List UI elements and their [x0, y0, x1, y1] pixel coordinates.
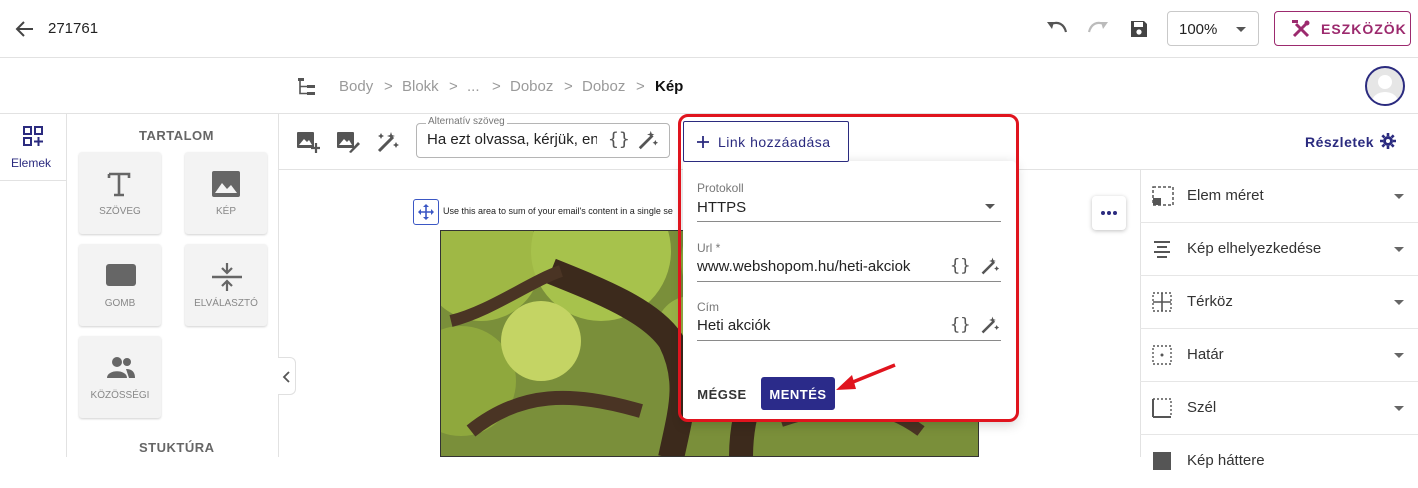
padding-icon	[1152, 292, 1172, 312]
more-options-button[interactable]	[1092, 196, 1126, 230]
background-icon	[1153, 452, 1171, 470]
tile-label: SZÖVEG	[99, 206, 141, 217]
elements-panel: TARTALOM SZÖVEG KÉP GOMB ELVÁLASZTÓ KÖZÖ…	[67, 114, 279, 457]
button-icon	[106, 264, 136, 286]
preheader-text: Use this area to sum of your email's con…	[443, 206, 673, 216]
elements-grid-icon	[23, 126, 43, 146]
user-icon	[1372, 75, 1398, 104]
more-horizontal-icon	[1101, 211, 1117, 215]
structure-section-title: STUKTÚRA	[139, 440, 215, 455]
prop-border[interactable]: Határ	[1140, 329, 1418, 382]
gear-icon[interactable]	[1380, 133, 1396, 149]
prop-label: Kép elhelyezkedése	[1187, 240, 1322, 257]
tile-label: KÖZÖSSÉGI	[90, 390, 150, 401]
caret-down-icon	[1394, 194, 1404, 199]
tools-label: ESZKÖZÖK	[1321, 21, 1407, 37]
tools-icon	[1292, 20, 1310, 38]
edit-image-icon[interactable]	[336, 131, 360, 153]
breadcrumb-item[interactable]: Doboz	[582, 78, 625, 95]
magic-wand-icon[interactable]	[376, 130, 400, 154]
prop-edge[interactable]: Szél	[1140, 382, 1418, 435]
zoom-select[interactable]: 100%	[1167, 11, 1259, 46]
tile-label: GOMB	[104, 298, 136, 309]
element-tile-social[interactable]: KÖZÖSSÉGI	[79, 336, 161, 418]
tree-structure-icon[interactable]	[297, 77, 317, 97]
avatar[interactable]	[1365, 66, 1405, 106]
caret-down-icon	[1394, 300, 1404, 305]
back-arrow-icon[interactable]	[15, 20, 35, 38]
move-arrows-icon	[418, 204, 434, 220]
text-icon	[107, 172, 131, 197]
prop-label: Térköz	[1187, 293, 1233, 310]
element-tile-text[interactable]: SZÖVEG	[79, 152, 161, 234]
prop-label: Elem méret	[1187, 187, 1264, 204]
prop-image-background[interactable]: Kép háttere	[1140, 435, 1418, 488]
prop-image-alignment[interactable]: Kép elhelyezkedése	[1140, 223, 1418, 276]
move-handle[interactable]	[413, 199, 439, 225]
caret-down-icon	[1394, 353, 1404, 358]
breadcrumb-item[interactable]: ...	[467, 78, 480, 95]
breadcrumb-item[interactable]: Blokk	[402, 78, 439, 95]
panel-collapse-tab[interactable]	[278, 357, 296, 395]
social-group-icon	[107, 357, 135, 378]
prop-label: Határ	[1187, 346, 1224, 363]
prop-padding[interactable]: Térköz	[1140, 276, 1418, 329]
element-tile-divider[interactable]: ELVÁLASZTÓ	[185, 244, 267, 326]
alt-text-label: Alternatív szöveg	[426, 116, 507, 127]
zoom-value: 100%	[1179, 21, 1218, 38]
edge-icon	[1152, 398, 1172, 418]
document-id: 271761	[48, 20, 99, 37]
redo-icon[interactable]	[1087, 20, 1109, 36]
caret-down-icon	[1394, 247, 1404, 252]
breadcrumb-separator: >	[492, 78, 501, 95]
save-icon[interactable]	[1129, 19, 1149, 39]
chevron-left-icon	[282, 371, 290, 383]
add-image-icon[interactable]	[296, 131, 320, 153]
rail-item-label: Elemek	[11, 156, 52, 170]
breadcrumb-current: Kép	[655, 78, 684, 95]
rail-item-elements[interactable]: Elemek	[0, 114, 67, 181]
undo-icon[interactable]	[1046, 20, 1068, 36]
prop-element-size[interactable]: Elem méret	[1140, 170, 1418, 223]
alt-text-input[interactable]: Ha ezt olvassa, kérjük, eng	[427, 131, 597, 148]
tile-label: KÉP	[215, 206, 236, 217]
breadcrumb-item[interactable]: Body	[339, 78, 373, 95]
top-bar: 271761 100% ESZKÖZÖK	[0, 0, 1418, 58]
border-icon	[1152, 345, 1172, 365]
element-tile-image[interactable]: KÉP	[185, 152, 267, 234]
breadcrumb-separator: >	[384, 78, 393, 95]
left-rail: Elemek	[0, 114, 67, 457]
content-section-title: TARTALOM	[139, 128, 214, 143]
breadcrumb-item[interactable]: Doboz	[510, 78, 553, 95]
breadcrumb-bar	[0, 58, 1418, 114]
magic-wand-icon[interactable]	[637, 129, 659, 151]
caret-down-icon	[1394, 406, 1404, 411]
breadcrumb-separator: >	[636, 78, 645, 95]
breadcrumb-separator: >	[564, 78, 573, 95]
size-icon	[1152, 186, 1174, 206]
details-link[interactable]: Részletek	[1305, 134, 1374, 150]
highlight-box	[678, 114, 1019, 422]
element-tile-button[interactable]: GOMB	[79, 244, 161, 326]
prop-label: Kép háttere	[1187, 452, 1265, 469]
breadcrumb-separator: >	[449, 78, 458, 95]
divider-icon	[212, 263, 242, 291]
tile-label: ELVÁLASZTÓ	[194, 298, 258, 309]
align-center-icon	[1154, 241, 1170, 258]
variable-braces-icon[interactable]: {}	[608, 129, 630, 150]
tools-button[interactable]: ESZKÖZÖK	[1274, 11, 1411, 46]
image-icon	[212, 171, 240, 197]
prop-label: Szél	[1187, 399, 1217, 416]
chevron-down-icon	[1236, 27, 1246, 32]
